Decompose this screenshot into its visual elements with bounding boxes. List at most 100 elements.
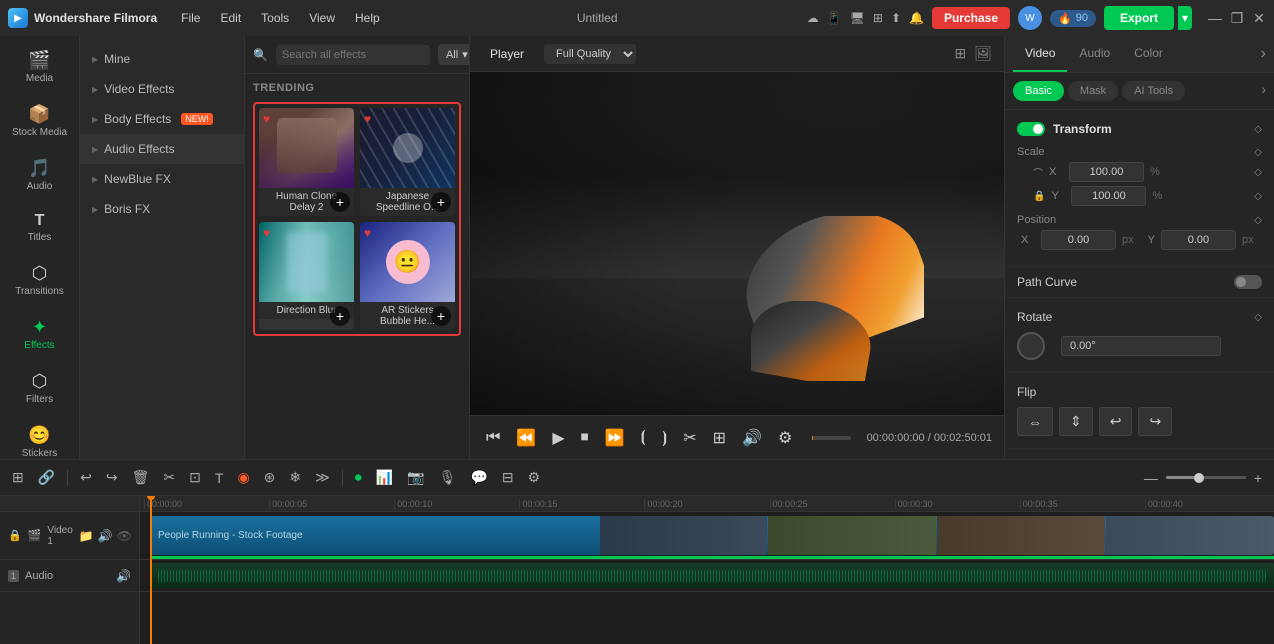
- zoom-slider[interactable]: [1166, 476, 1246, 479]
- maximize-button[interactable]: ❐: [1230, 11, 1244, 25]
- freeze-button[interactable]: ❄: [285, 466, 305, 489]
- effect-ar-stickers[interactable]: 😐 ♥ + AR Stickers Bubble He...: [360, 222, 455, 330]
- menu-help[interactable]: Help: [347, 7, 388, 29]
- icon-grid[interactable]: ⊞: [873, 11, 883, 25]
- effect-japanese-speedline[interactable]: ♥ + Japanese Speedline O...: [360, 108, 455, 216]
- tab-video[interactable]: Video: [1013, 36, 1067, 72]
- audio-track-lane[interactable]: [140, 560, 1274, 592]
- export-dropdown-icon[interactable]: ▾: [1178, 6, 1192, 30]
- icon-phone[interactable]: 📱: [827, 11, 842, 25]
- nav-body-effects[interactable]: ▶ Body Effects NEW!: [80, 104, 244, 134]
- position-x-input[interactable]: [1041, 230, 1116, 250]
- track-volume-icon[interactable]: 🔊: [98, 529, 113, 543]
- flip-vertical-button[interactable]: ⇕: [1059, 407, 1093, 436]
- user-avatar[interactable]: W: [1018, 6, 1042, 30]
- toolbar-titles[interactable]: T Titles: [4, 204, 76, 251]
- search-input[interactable]: [276, 45, 430, 65]
- scale-x-keyframe[interactable]: ◇: [1254, 167, 1262, 178]
- text-button[interactable]: T: [211, 467, 228, 489]
- frame-forward-button[interactable]: ⏩: [601, 426, 629, 450]
- ai-enhance-button[interactable]: ≫: [311, 466, 334, 489]
- effect-direction-blur[interactable]: ♥ + Direction Blur: [259, 222, 354, 330]
- grid-view-icon[interactable]: ⊞: [954, 45, 966, 62]
- caption-button[interactable]: 💬: [466, 466, 491, 489]
- mark-out-button[interactable]: ⦘: [658, 427, 671, 449]
- menu-view[interactable]: View: [301, 7, 343, 29]
- track-audio-volume-icon[interactable]: 🔊: [116, 569, 131, 583]
- timeline-link-button[interactable]: 🔗: [34, 466, 59, 489]
- progress-bar[interactable]: [812, 436, 850, 440]
- toolbar-transitions[interactable]: ⬡ Transitions: [4, 255, 76, 305]
- path-curve-toggle[interactable]: [1234, 275, 1262, 289]
- undo-button[interactable]: ↩: [76, 466, 96, 489]
- timeline-grid-button[interactable]: ⊞: [8, 466, 28, 489]
- skip-back-button[interactable]: ⏮: [482, 427, 504, 449]
- scale-y-input[interactable]: [1071, 186, 1146, 206]
- menu-file[interactable]: File: [173, 7, 208, 29]
- scale-y-keyframe[interactable]: ◇: [1254, 191, 1262, 202]
- toolbar-audio[interactable]: 🎵 Audio: [4, 150, 76, 200]
- menu-edit[interactable]: Edit: [212, 7, 249, 29]
- filter-button[interactable]: All ▾: [438, 44, 469, 65]
- toolbar-media[interactable]: 🎬 Media: [4, 42, 76, 92]
- icon-window[interactable]: 🖥: [850, 11, 865, 25]
- position-y-input[interactable]: [1161, 230, 1236, 250]
- subtab-ai-tools[interactable]: AI Tools: [1122, 81, 1185, 101]
- shield-button[interactable]: ⊟: [498, 466, 518, 489]
- right-tab-more-icon[interactable]: ›: [1261, 45, 1266, 63]
- record-button[interactable]: ⏺: [351, 466, 366, 489]
- purchase-button[interactable]: Purchase: [932, 7, 1010, 29]
- flip-btn-3[interactable]: ↩: [1099, 407, 1133, 436]
- player-tab[interactable]: Player: [482, 43, 532, 65]
- mark-in-button[interactable]: ⦗: [637, 427, 650, 449]
- add-icon-3[interactable]: +: [330, 306, 350, 326]
- volume-button[interactable]: 🔊: [738, 426, 766, 450]
- nav-boris-fx[interactable]: ▶ Boris FX: [80, 194, 244, 224]
- scale-x-input[interactable]: [1069, 162, 1144, 182]
- lock-icon[interactable]: 🔒: [1033, 191, 1045, 202]
- settings-button[interactable]: ⚙: [774, 426, 796, 450]
- tab-color[interactable]: Color: [1122, 36, 1175, 72]
- export-button[interactable]: Export: [1104, 6, 1174, 30]
- menu-tools[interactable]: Tools: [253, 7, 297, 29]
- transform-keyframe-icon[interactable]: ◇: [1254, 124, 1262, 135]
- clip-button[interactable]: ✂: [679, 426, 700, 450]
- rotate-keyframe-icon[interactable]: ◇: [1254, 312, 1262, 323]
- icon-bell[interactable]: 🔔: [909, 11, 924, 25]
- audio-meter-button[interactable]: 📊: [372, 466, 397, 489]
- toolbar-stock-media[interactable]: 📦 Stock Media: [4, 96, 76, 146]
- timeline-settings-button[interactable]: ⚙: [524, 466, 545, 489]
- mic-button[interactable]: 🎙: [435, 466, 461, 489]
- frame-back-button[interactable]: ⏪: [512, 426, 540, 450]
- minimize-button[interactable]: —: [1208, 11, 1222, 25]
- toolbar-filters[interactable]: ⬡ Filters: [4, 363, 76, 413]
- nav-audio-effects[interactable]: ▶ Audio Effects: [80, 134, 244, 164]
- cut-button[interactable]: ✂: [159, 466, 179, 489]
- video-clip[interactable]: People Running - Stock Footage: [150, 516, 1274, 555]
- nav-newblue-fx[interactable]: ▶ NewBlue FX: [80, 164, 244, 194]
- close-button[interactable]: ✕: [1252, 11, 1266, 25]
- toolbar-effects[interactable]: ✦ Effects: [4, 309, 76, 359]
- transform-toggle[interactable]: [1017, 122, 1045, 136]
- flip-btn-4[interactable]: ↪: [1138, 407, 1172, 436]
- zoom-out-button[interactable]: —: [1140, 467, 1162, 489]
- track-visibility-icon[interactable]: 👁: [117, 529, 132, 543]
- redo-button[interactable]: ↪: [102, 466, 122, 489]
- icon-cloud[interactable]: ☁: [807, 11, 819, 25]
- camera-button[interactable]: 📷: [403, 466, 428, 489]
- video-track-lane[interactable]: People Running - Stock Footage: [140, 512, 1274, 560]
- add-icon-1[interactable]: +: [330, 192, 350, 212]
- tab-audio[interactable]: Audio: [1067, 36, 1122, 72]
- play-button[interactable]: ▶: [548, 426, 568, 450]
- fullscreen-button[interactable]: ⊞: [709, 426, 730, 450]
- delete-button[interactable]: 🗑: [128, 466, 154, 489]
- nav-video-effects[interactable]: ▶ Video Effects: [80, 74, 244, 104]
- add-icon-4[interactable]: +: [431, 306, 451, 326]
- quality-select[interactable]: Full Quality 1/2 Quality 1/4 Quality: [544, 44, 636, 64]
- toolbar-stickers[interactable]: 😊 Stickers: [4, 417, 76, 459]
- zoom-in-button[interactable]: +: [1250, 467, 1266, 489]
- track-lock-icon[interactable]: 🔒: [8, 529, 22, 542]
- flip-horizontal-button[interactable]: ⇔: [1017, 407, 1053, 436]
- rotate-input[interactable]: [1061, 336, 1221, 356]
- icon-upload[interactable]: ⬆: [891, 11, 901, 25]
